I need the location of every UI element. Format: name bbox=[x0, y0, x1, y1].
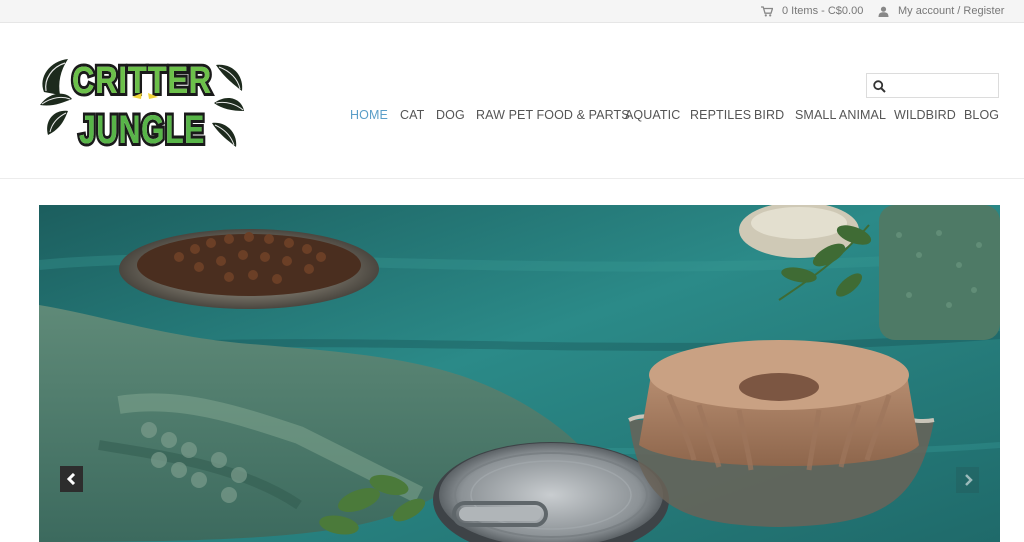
chevron-right-icon bbox=[964, 474, 973, 486]
nav-item-bird[interactable]: BIRD bbox=[754, 106, 784, 124]
account-link[interactable]: My account / Register bbox=[878, 0, 1004, 22]
critter-jungle-logo[interactable]: CRITTER CRITTER JUNGLE JUNGLE bbox=[38, 47, 246, 153]
search-icon bbox=[873, 80, 886, 93]
chevron-left-icon bbox=[66, 473, 75, 485]
top-utility-bar: 0 Items - C$0.00 My account / Register bbox=[0, 0, 1024, 23]
user-icon bbox=[878, 6, 889, 17]
nav-item-small-animal[interactable]: SMALL ANIMAL bbox=[795, 106, 886, 124]
slider-prev-button[interactable] bbox=[60, 466, 83, 492]
cart-link[interactable]: 0 Items - C$0.00 bbox=[761, 0, 863, 22]
nav-item-aquatic[interactable]: AQUATIC bbox=[625, 106, 680, 124]
site-header: CRITTER CRITTER JUNGLE JUNGLE HOME CAT D… bbox=[0, 23, 1024, 179]
slider-next-button[interactable] bbox=[956, 467, 979, 493]
cart-summary: 0 Items - C$0.00 bbox=[782, 5, 864, 17]
nav-item-reptiles[interactable]: REPTILES bbox=[690, 106, 751, 124]
account-register-text: My account / Register bbox=[898, 5, 1005, 17]
nav-item-blog[interactable]: BLOG bbox=[964, 106, 999, 124]
hero-slider bbox=[39, 205, 1000, 542]
nav-item-cat[interactable]: CAT bbox=[400, 106, 424, 124]
svg-text:CRITTER: CRITTER bbox=[72, 60, 212, 102]
nav-item-home[interactable]: HOME bbox=[350, 106, 388, 124]
search-input[interactable] bbox=[891, 76, 995, 95]
nav-item-dog[interactable]: DOG bbox=[436, 106, 465, 124]
main-navigation: HOME CAT DOG RAW PET FOOD & PARTS AQUATI… bbox=[0, 106, 1024, 124]
nav-item-raw-pet-food-parts[interactable]: RAW PET FOOD & PARTS bbox=[476, 106, 630, 124]
shopping-cart-icon bbox=[761, 5, 773, 16]
nav-item-wildbird[interactable]: WILDBIRD bbox=[894, 106, 956, 124]
hero-slide-image bbox=[39, 205, 1000, 542]
search-box[interactable] bbox=[866, 73, 999, 98]
